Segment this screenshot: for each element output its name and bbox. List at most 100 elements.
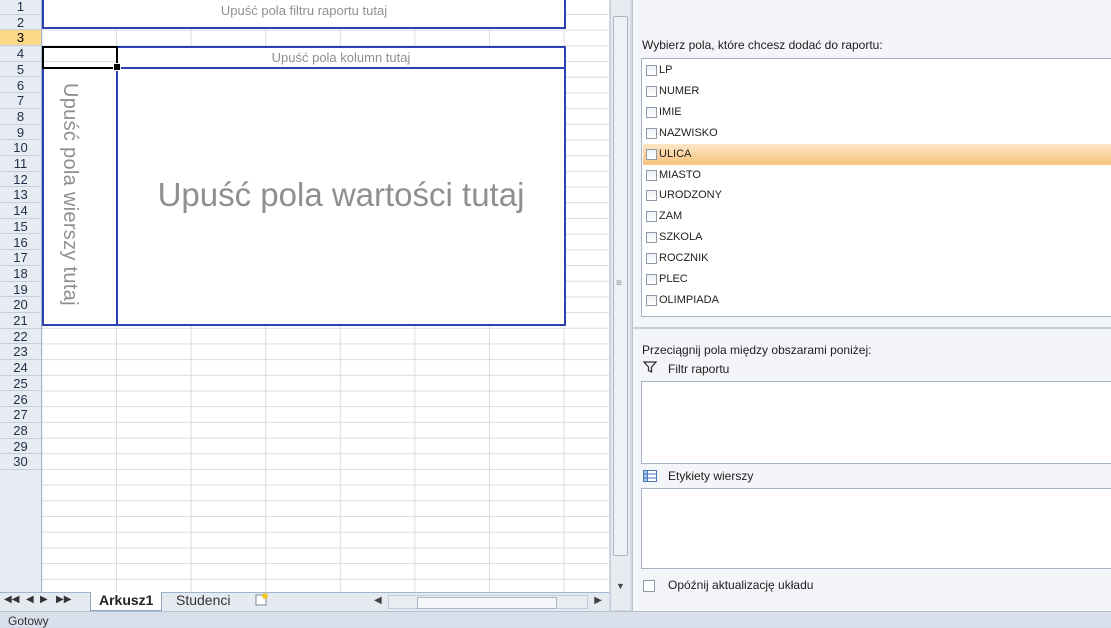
field-item-rocznik[interactable]: ROCZNIK xyxy=(643,248,1111,269)
scroll-track[interactable] xyxy=(388,595,588,609)
scroll-right-icon[interactable]: ▶ xyxy=(594,595,602,606)
pane-splitter[interactable] xyxy=(632,327,1111,329)
row-header[interactable]: 24 xyxy=(0,360,41,376)
field-checkbox[interactable] xyxy=(646,65,657,76)
report-filter-label: Filtr raportu xyxy=(668,362,730,376)
row-header[interactable]: 16 xyxy=(0,235,41,251)
row-header[interactable]: 22 xyxy=(0,329,41,345)
field-label: LP xyxy=(659,64,673,76)
field-label: PLEC xyxy=(659,273,688,285)
row-header[interactable]: 25 xyxy=(0,376,41,392)
column-labels-drop-zone[interactable]: Upuść pola kolumn tutaj xyxy=(116,46,566,69)
field-checkbox[interactable] xyxy=(646,85,657,97)
row-headers: 1 2 3 4 5 6 7 8 9 10 11 12 13 14 15 16 17 18 19 20 21 22 23 24 2… xyxy=(0,0,42,592)
vertical-scrollbar[interactable]: ≡ ▼ xyxy=(610,0,630,610)
row-header[interactable]: 9 xyxy=(0,125,41,141)
field-item-zam[interactable]: ZAM xyxy=(643,206,1111,227)
sheet-tab-bar: ◀◀ ◀ ▶ ▶▶ Arkusz1 Studenci ◀ ▶ xyxy=(0,592,609,611)
row-header[interactable]: 26 xyxy=(0,392,41,408)
field-item-nazwisko[interactable]: NAZWISKO xyxy=(643,123,1111,144)
next-sheet-button[interactable]: ▶ xyxy=(40,594,48,605)
fill-handle[interactable] xyxy=(113,63,121,71)
tab-studenci[interactable]: Studenci xyxy=(168,592,238,610)
row-header[interactable]: 6 xyxy=(0,78,41,94)
field-label: URODZONY xyxy=(659,189,722,202)
grip-icon: ≡ xyxy=(616,278,622,289)
row-drop-text: Upuść pola wierszy tutaj xyxy=(59,83,81,306)
row-header[interactable]: 20 xyxy=(0,297,41,313)
scroll-left-icon[interactable]: ◀ xyxy=(374,595,382,606)
row-header[interactable]: 1 xyxy=(0,0,41,15)
last-sheet-button[interactable]: ▶▶ xyxy=(56,594,71,605)
row-header[interactable]: 27 xyxy=(0,407,41,423)
prev-sheet-button[interactable]: ◀ xyxy=(26,594,34,605)
scroll-down-icon[interactable]: ▼ xyxy=(616,581,625,591)
field-label: ULICA xyxy=(659,147,692,160)
row-header[interactable]: 7 xyxy=(0,93,41,109)
report-filter-area[interactable] xyxy=(641,381,1111,464)
row-header[interactable]: 10 xyxy=(0,140,41,156)
field-checkbox[interactable] xyxy=(646,106,657,118)
active-cell[interactable] xyxy=(42,46,118,69)
report-filter-drop-zone[interactable]: Upuść pola filtru raportu tutaj xyxy=(42,0,566,29)
values-drop-zone[interactable]: Upuść pola wartości tutaj xyxy=(116,67,566,326)
row-header[interactable]: 19 xyxy=(0,282,41,298)
row-header[interactable]: 4 xyxy=(0,46,41,62)
row-labels-label: Etykiety wierszy xyxy=(668,469,754,483)
worksheet-area[interactable]: 1 2 3 4 5 6 7 8 9 10 11 12 13 14 15 16 17 18 19 20 21 22 23 24 2… xyxy=(0,0,609,611)
field-item-lp[interactable]: LP xyxy=(643,60,1111,81)
field-item-miasto[interactable]: MIASTO xyxy=(643,165,1111,186)
row-header[interactable]: 8 xyxy=(0,109,41,125)
defer-update-label: Opóźnij aktualizację układu xyxy=(668,578,814,592)
field-checkbox[interactable] xyxy=(646,169,657,181)
field-label: OLIMPIADA xyxy=(659,293,719,306)
field-label: IMIE xyxy=(659,105,682,118)
row-header[interactable]: 23 xyxy=(0,344,41,361)
first-sheet-button[interactable]: ◀◀ xyxy=(4,594,19,605)
field-checkbox[interactable] xyxy=(646,232,657,244)
row-labels-area[interactable] xyxy=(641,488,1111,569)
row-header[interactable]: 28 xyxy=(0,423,41,439)
field-item-numer[interactable]: NUMER xyxy=(643,81,1111,102)
choose-fields-label: Wybierz pola, które chcesz dodać do rapo… xyxy=(642,38,883,52)
row-header[interactable]: 11 xyxy=(0,156,41,172)
field-item-urodzony[interactable]: URODZONY xyxy=(643,185,1111,206)
field-item-ulica[interactable]: ULICA xyxy=(643,143,1111,165)
row-header[interactable]: 15 xyxy=(0,219,41,235)
field-checkbox[interactable] xyxy=(646,190,657,202)
row-header[interactable]: 30 xyxy=(0,454,41,470)
field-checkbox[interactable] xyxy=(646,253,657,265)
insert-worksheet-icon[interactable] xyxy=(246,592,282,610)
drag-fields-label: Przeciągnij pola między obszarami poniże… xyxy=(642,343,872,357)
row-header[interactable]: 17 xyxy=(0,250,41,266)
row-header[interactable]: 13 xyxy=(0,187,41,204)
row-header[interactable]: 14 xyxy=(0,203,41,219)
horizontal-scrollbar[interactable]: ◀ ▶ xyxy=(372,595,604,609)
field-label: ZAM xyxy=(659,210,683,223)
row-header[interactable]: 3 xyxy=(0,30,41,47)
row-header[interactable]: 29 xyxy=(0,439,41,455)
field-checkbox[interactable] xyxy=(646,127,657,139)
report-filter-drop-text: Upuść pola filtru raportu tutaj xyxy=(220,3,388,18)
field-checkbox[interactable] xyxy=(646,148,657,160)
field-label: MIASTO xyxy=(659,168,701,181)
field-item-szkola[interactable]: SZKOLA xyxy=(643,227,1111,248)
row-labels-drop-zone[interactable]: Upuść pola wierszy tutaj xyxy=(42,67,118,326)
field-item-olimpiada[interactable]: OLIMPIADA xyxy=(643,290,1111,311)
tab-arkusz1[interactable]: Arkusz1 xyxy=(90,592,163,611)
field-checkbox[interactable] xyxy=(646,211,657,223)
field-checkbox[interactable] xyxy=(646,274,657,285)
row-header[interactable]: 2 xyxy=(0,15,41,31)
column-drop-text: Upuść pola kolumn tutaj xyxy=(271,50,411,65)
defer-update-checkbox[interactable] xyxy=(643,580,655,592)
row-header[interactable]: 5 xyxy=(0,62,41,78)
field-list[interactable]: LP NUMER IMIE NAZWISKO ULICA MIASTO URODZONY ZA… xyxy=(641,58,1111,317)
field-checkbox[interactable] xyxy=(646,294,657,306)
row-header[interactable]: 18 xyxy=(0,266,41,282)
scroll-thumb[interactable] xyxy=(417,597,557,609)
field-item-plec[interactable]: PLEC xyxy=(643,269,1111,290)
values-drop-text: Upuść pola wartości tutaj xyxy=(157,176,525,213)
field-item-imie[interactable]: IMIE xyxy=(643,102,1111,123)
row-header[interactable]: 12 xyxy=(0,172,41,188)
row-header[interactable]: 21 xyxy=(0,313,41,329)
